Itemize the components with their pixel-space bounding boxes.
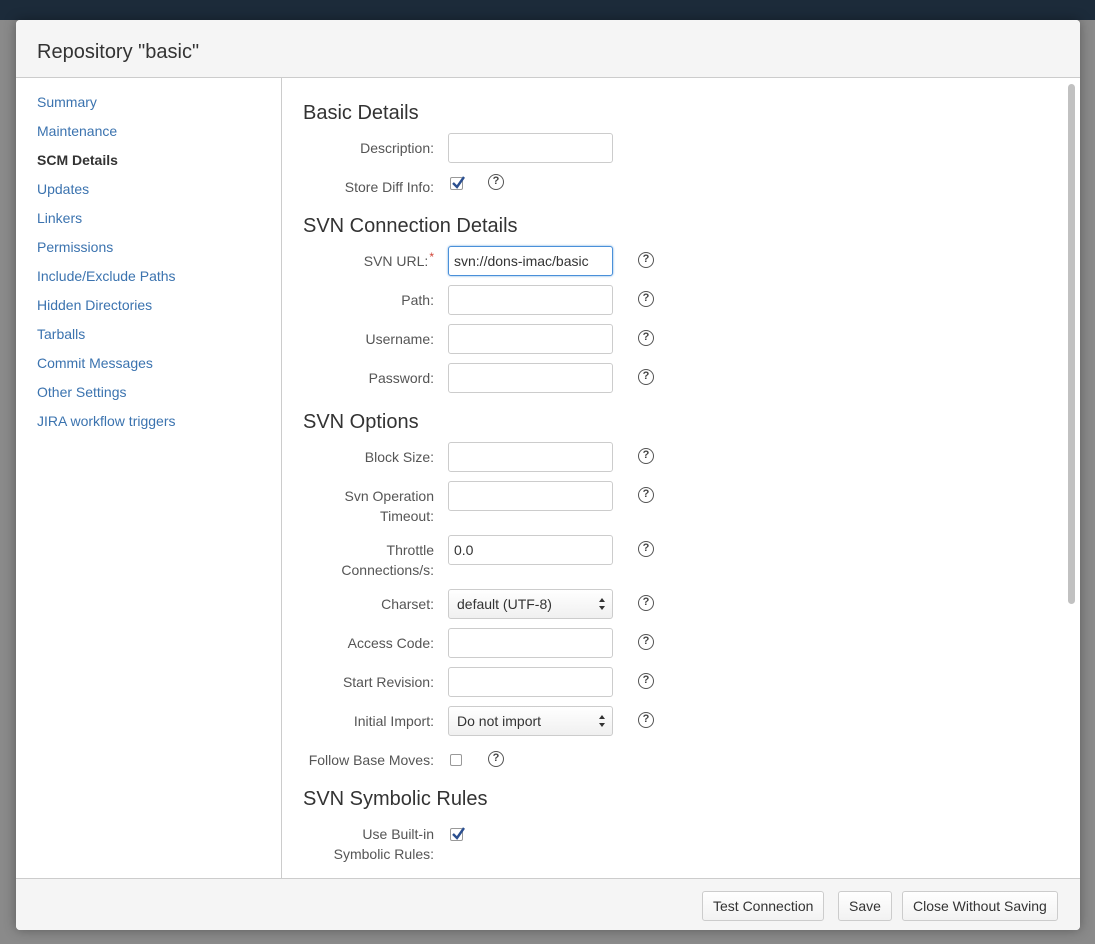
- close-without-saving-button[interactable]: Close Without Saving: [902, 891, 1058, 921]
- dialog-content: Basic Details Description: Store Diff In…: [283, 78, 1080, 878]
- initial-import-select[interactable]: Do not import: [448, 706, 613, 736]
- section-title-svn-symbolic-rules: SVN Symbolic Rules: [303, 788, 488, 810]
- help-icon[interactable]: ?: [638, 369, 654, 385]
- svn-url-label: SVN URL:*: [363, 250, 434, 271]
- required-marker: *: [429, 250, 434, 264]
- svn-timeout-input[interactable]: [448, 481, 613, 511]
- help-icon[interactable]: ?: [638, 634, 654, 650]
- initial-import-select-value: Do not import: [457, 713, 542, 729]
- svn-timeout-label-line1: Svn Operation: [344, 488, 435, 504]
- section-title-svn-connection: SVN Connection Details: [303, 215, 518, 237]
- throttle-input[interactable]: [448, 535, 613, 565]
- throttle-label-line2: Connections/s:: [341, 562, 434, 578]
- initial-import-label: Initial Import:: [353, 713, 434, 729]
- block-size-label: Block Size:: [364, 449, 434, 465]
- nav-item-linkers[interactable]: Linkers: [37, 209, 82, 227]
- svn-timeout-label-line2: Timeout:: [380, 508, 434, 524]
- svn-url-label-text: SVN URL:: [363, 253, 429, 269]
- description-label: Description:: [360, 140, 434, 156]
- select-arrows-icon: [599, 598, 605, 610]
- charset-select[interactable]: default (UTF-8): [448, 589, 613, 619]
- nav-item-summary[interactable]: Summary: [37, 93, 97, 111]
- checkmark-icon: [452, 827, 465, 840]
- select-arrows-icon: [599, 715, 605, 727]
- start-revision-input[interactable]: [448, 667, 613, 697]
- section-title-basic-details: Basic Details: [303, 102, 419, 124]
- password-label: Password:: [368, 370, 434, 386]
- description-input[interactable]: [448, 133, 613, 163]
- dialog-title: Repository "basic": [37, 41, 200, 63]
- store-diff-checkbox[interactable]: [450, 176, 465, 190]
- help-icon[interactable]: ?: [638, 291, 654, 307]
- username-input[interactable]: [448, 324, 613, 354]
- follow-base-checkbox[interactable]: [450, 754, 462, 766]
- builtin-rules-label-line2: Symbolic Rules:: [333, 846, 434, 862]
- help-icon[interactable]: ?: [488, 174, 504, 190]
- help-icon[interactable]: ?: [638, 712, 654, 728]
- nav-item-commit-messages[interactable]: Commit Messages: [37, 354, 153, 372]
- checkmark-icon: [452, 176, 465, 189]
- nav-item-permissions[interactable]: Permissions: [37, 238, 113, 256]
- section-title-svn-options: SVN Options: [303, 411, 419, 433]
- access-code-input[interactable]: [448, 628, 613, 658]
- builtin-rules-checkbox[interactable]: [450, 827, 465, 841]
- block-size-input[interactable]: [448, 442, 613, 472]
- svn-url-input[interactable]: [448, 246, 613, 276]
- help-icon[interactable]: ?: [638, 541, 654, 557]
- help-icon[interactable]: ?: [638, 595, 654, 611]
- path-input[interactable]: [448, 285, 613, 315]
- charset-select-value: default (UTF-8): [457, 596, 552, 612]
- password-input[interactable]: [448, 363, 613, 393]
- nav-item-jira-workflow-triggers[interactable]: JIRA workflow triggers: [37, 412, 175, 430]
- store-diff-label: Store Diff Info:: [344, 179, 434, 195]
- help-icon[interactable]: ?: [638, 448, 654, 464]
- nav-item-include-exclude-paths[interactable]: Include/Exclude Paths: [37, 267, 176, 285]
- background-app-header: [0, 0, 1095, 20]
- nav-item-updates[interactable]: Updates: [37, 180, 89, 198]
- help-icon[interactable]: ?: [488, 751, 504, 767]
- nav-item-maintenance[interactable]: Maintenance: [37, 122, 117, 140]
- help-icon[interactable]: ?: [638, 252, 654, 268]
- help-icon[interactable]: ?: [638, 673, 654, 689]
- nav-item-scm-details[interactable]: SCM Details: [37, 151, 118, 169]
- help-icon[interactable]: ?: [638, 330, 654, 346]
- charset-label: Charset:: [381, 596, 434, 612]
- save-button[interactable]: Save: [838, 891, 892, 921]
- test-connection-button[interactable]: Test Connection: [702, 891, 825, 921]
- start-revision-label: Start Revision:: [342, 674, 434, 690]
- throttle-label-line1: Throttle: [386, 542, 434, 558]
- builtin-rules-label-line1: Use Built-in: [362, 826, 434, 842]
- dialog-nav: Summary Maintenance SCM Details Updates …: [16, 78, 282, 878]
- nav-item-other-settings[interactable]: Other Settings: [37, 383, 127, 401]
- username-label: Username:: [365, 331, 434, 347]
- nav-item-hidden-directories[interactable]: Hidden Directories: [37, 296, 152, 314]
- path-label: Path:: [401, 292, 434, 308]
- repository-dialog: Repository "basic" Summary Maintenance S…: [16, 20, 1080, 930]
- follow-base-label: Follow Base Moves:: [308, 752, 434, 768]
- dialog-footer: Test Connection Save Close Without Savin…: [16, 878, 1080, 930]
- content-scrollbar[interactable]: [1068, 84, 1075, 604]
- access-code-label: Access Code:: [347, 635, 434, 651]
- help-icon[interactable]: ?: [638, 487, 654, 503]
- nav-item-tarballs[interactable]: Tarballs: [37, 325, 85, 343]
- dialog-header: Repository "basic": [16, 20, 1080, 78]
